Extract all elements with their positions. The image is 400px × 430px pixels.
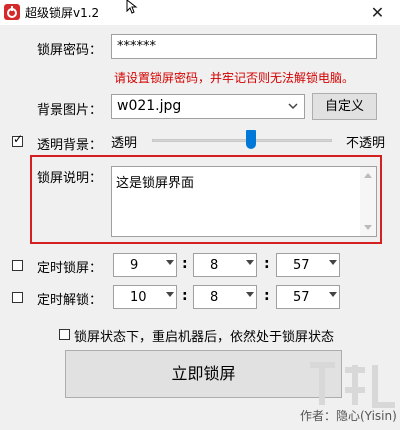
mouse-cursor-icon — [126, 0, 138, 14]
description-textarea[interactable]: 这是锁屏界面 — [111, 166, 377, 237]
time-separator: : — [182, 288, 188, 304]
transparency-checkbox[interactable]: ✓ — [12, 132, 24, 147]
time-separator: : — [264, 288, 270, 304]
timed-unlock-second-input[interactable]: 57 — [276, 285, 340, 309]
timed-unlock-minute-input[interactable]: 8 — [193, 285, 257, 309]
timed-lock-minute-input[interactable]: 8 — [193, 253, 257, 277]
time-separator: : — [264, 256, 270, 272]
timed-unlock-checkbox[interactable] — [12, 292, 23, 303]
timed-lock-label: 定时锁屏： — [37, 261, 103, 276]
scroll-up-icon[interactable] — [364, 173, 372, 178]
password-warning: 请设置锁屏密码，并牢记否则无法解锁电脑。 — [114, 71, 355, 85]
close-button[interactable]: ✕ — [355, 0, 400, 25]
description-value: 这是锁屏界面 — [116, 176, 195, 191]
password-value: ****** — [117, 39, 156, 54]
watermark-logo-icon — [310, 362, 395, 408]
window-title: 超级锁屏v1.2 — [25, 6, 100, 20]
timed-unlock-minute-value: 8 — [210, 290, 219, 305]
description-scrollbar[interactable] — [360, 167, 376, 236]
timed-unlock-second-value: 57 — [293, 290, 310, 305]
app-window: 超级锁屏v1.2 ✕ 锁屏密码： ****** 请设置锁屏密码，并牢记否则无法解… — [0, 0, 400, 430]
chevron-down-icon — [288, 103, 298, 110]
transparency-label: 透明背景： — [37, 138, 103, 153]
password-label: 锁屏密码： — [37, 43, 103, 58]
timed-unlock-hour-value: 10 — [130, 290, 147, 305]
chevron-down-icon[interactable] — [166, 292, 174, 297]
timed-lock-hour-input[interactable]: 9 — [113, 253, 177, 277]
background-select[interactable]: w021.jpg — [111, 94, 305, 119]
timed-lock-hour-value: 9 — [130, 258, 139, 273]
timed-lock-second-value: 57 — [293, 258, 310, 273]
background-label: 背景图片： — [37, 103, 103, 118]
description-label: 锁屏说明： — [37, 171, 103, 186]
persist-lock-checkbox[interactable] — [59, 329, 70, 340]
custom-background-button[interactable]: 自定义 — [312, 93, 377, 120]
lock-app-icon — [4, 4, 20, 20]
chevron-down-icon[interactable] — [329, 260, 337, 265]
chevron-down-icon[interactable] — [246, 260, 254, 265]
transparency-slider-track[interactable] — [152, 139, 332, 142]
timed-unlock-hour-input[interactable]: 10 — [113, 285, 177, 309]
title-bar: 超级锁屏v1.2 ✕ — [0, 0, 400, 25]
close-icon: ✕ — [370, 3, 385, 22]
timed-lock-checkbox[interactable] — [12, 260, 23, 271]
password-input[interactable]: ****** — [111, 34, 377, 59]
time-separator: : — [182, 256, 188, 272]
persist-lock-label: 锁屏状态下，重启机器后，依然处于锁屏状态 — [74, 330, 335, 345]
timed-lock-second-input[interactable]: 57 — [276, 253, 340, 277]
author-credit: 作者：隐心(Yisin) — [300, 409, 397, 423]
scroll-down-icon[interactable] — [364, 225, 372, 230]
transparency-slider-thumb[interactable] — [245, 130, 256, 149]
check-icon: ✓ — [13, 132, 24, 146]
background-selected-value: w021.jpg — [117, 98, 182, 114]
timed-lock-minute-value: 8 — [210, 258, 219, 273]
slider-max-label: 不透明 — [346, 136, 386, 151]
timed-unlock-label: 定时解锁： — [37, 293, 103, 308]
chevron-down-icon[interactable] — [329, 292, 337, 297]
slider-min-label: 透明 — [111, 136, 138, 151]
chevron-down-icon[interactable] — [166, 260, 174, 265]
chevron-down-icon[interactable] — [246, 292, 254, 297]
